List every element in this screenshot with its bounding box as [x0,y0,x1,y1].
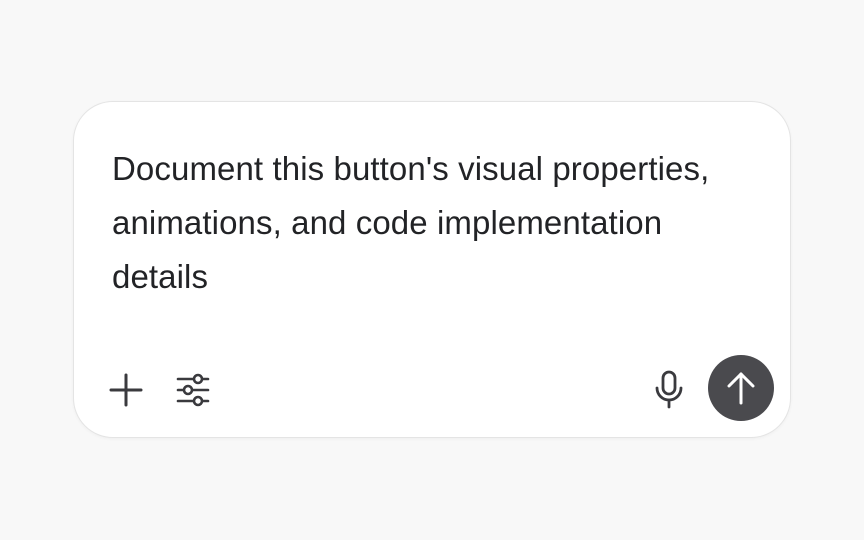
prompt-composer: Document this button's visual properties… [73,101,791,438]
tools-button[interactable] [173,370,213,410]
microphone-icon [653,370,685,410]
send-button[interactable] [708,355,774,421]
sliders-icon [176,373,210,407]
arrow-up-icon [726,371,756,405]
add-attachment-button[interactable] [106,370,146,410]
plus-icon [109,373,143,407]
voice-input-button[interactable] [649,368,689,412]
prompt-input[interactable]: Document this button's visual properties… [112,142,712,304]
